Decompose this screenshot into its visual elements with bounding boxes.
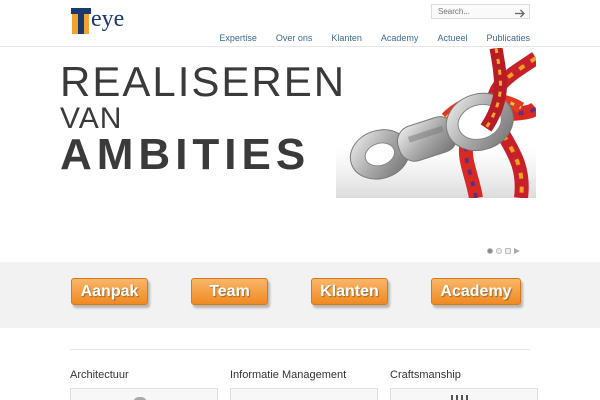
nav-item-academy[interactable]: Academy [381, 32, 419, 44]
logo[interactable]: eye [71, 6, 132, 38]
section-divider [70, 349, 530, 350]
main-nav: Expertise Over ons Klanten Academy Actue… [219, 32, 530, 44]
pager-dot-1[interactable] [487, 248, 493, 254]
action-band: Aanpak Team Klanten Academy [0, 262, 600, 328]
column-image-architectuur[interactable] [70, 388, 218, 400]
hero-slider: REALISEREN VAN AMBITIES [0, 48, 600, 262]
nav-item-actueel[interactable]: Actueel [437, 32, 467, 44]
logo-t-mark [71, 8, 91, 34]
academy-button[interactable]: Academy [431, 278, 521, 305]
play-icon[interactable] [514, 248, 520, 254]
aanpak-button[interactable]: Aanpak [71, 278, 148, 305]
column-title-craftsmanship: Craftsmanship [390, 369, 461, 381]
klanten-button[interactable]: Klanten [311, 278, 388, 305]
slider-pager [487, 248, 523, 254]
nav-item-klanten[interactable]: Klanten [331, 32, 362, 44]
column-title-architectuur: Architectuur [70, 369, 129, 381]
column-title-informatie-management: Informatie Management [230, 369, 347, 381]
hero-line-3: AMBITIES [60, 130, 311, 179]
search-box [431, 4, 530, 19]
nav-item-publicaties[interactable]: Publicaties [486, 32, 530, 44]
search-input[interactable] [432, 5, 512, 18]
search-submit-button[interactable] [513, 6, 527, 18]
pager-dot-2[interactable] [496, 248, 502, 254]
hero-line-1: REALISEREN [60, 58, 347, 105]
arrow-right-icon [515, 9, 525, 18]
site-header: eye Expertise Over ons Klanten Academy A… [0, 0, 600, 47]
column-image-informatie-management[interactable] [230, 388, 378, 400]
pager-dot-3[interactable] [505, 248, 511, 254]
image-detail [451, 392, 471, 400]
column-image-craftsmanship[interactable] [390, 388, 538, 400]
nav-item-over-ons[interactable]: Over ons [276, 32, 313, 44]
rope-carabiner-image [336, 48, 536, 198]
logo-text: eye [91, 6, 125, 32]
nav-item-expertise[interactable]: Expertise [219, 32, 257, 44]
team-button[interactable]: Team [191, 278, 268, 305]
